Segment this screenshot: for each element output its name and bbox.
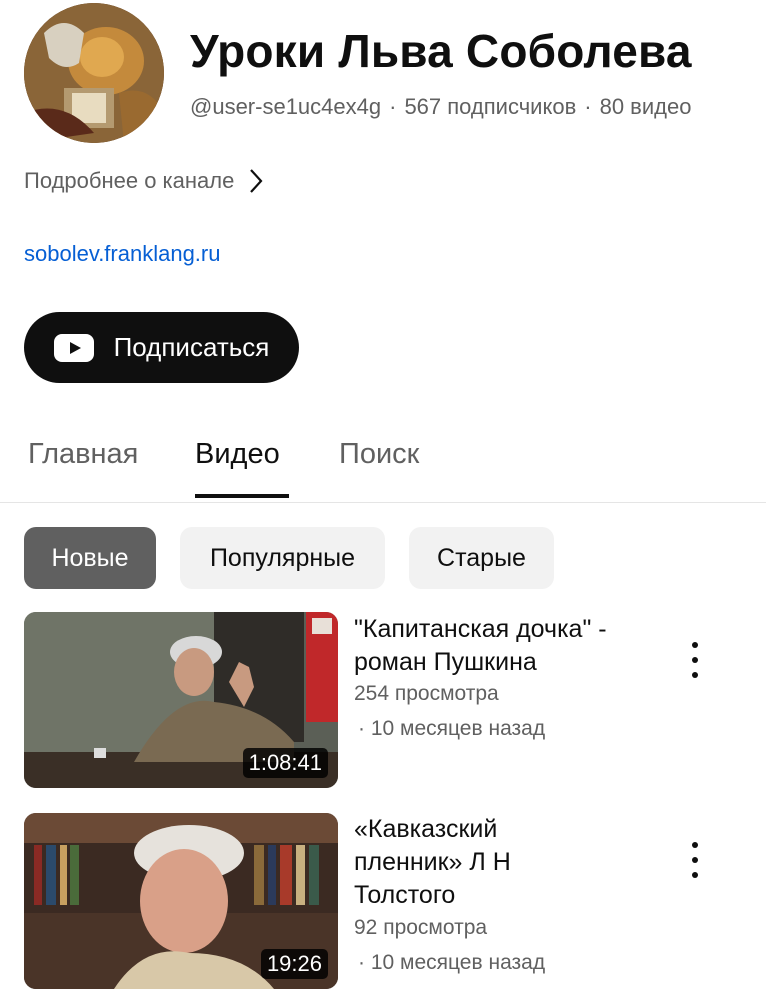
subscribe-label: Подписаться [113,332,270,362]
chevron-right-icon [250,169,263,193]
more-vertical-icon[interactable] [680,838,710,882]
channel-external-link[interactable]: sobolev.franklang.ru [24,241,221,267]
tab-search[interactable]: Поиск [339,438,419,471]
subscriber-count: 567 подписчиков [404,94,577,119]
video-title[interactable]: "Капитанская дочка" - роман Пушкина [354,613,654,679]
avatar-image [24,3,164,143]
video-views: 92 просмотра [354,916,488,939]
meta-separator: · [584,94,592,119]
channel-avatar[interactable] [24,3,164,143]
video-thumbnail[interactable]: 19:26 [24,813,338,989]
video-duration: 1:08:41 [242,748,328,778]
video-upload-time: · 10 месяцев назад [358,717,546,740]
chip-newest[interactable]: Новые [24,527,156,589]
chip-oldest[interactable]: Старые [409,527,554,589]
channel-title: Уроки Льва Соболева [190,25,692,77]
chip-popular[interactable]: Популярные [180,527,385,589]
video-duration: 19:26 [260,949,328,979]
more-vertical-icon[interactable] [680,638,710,682]
channel-tabs: Главная Видео Поиск [0,420,766,503]
channel-about-link[interactable]: Подробнее о канале [24,168,264,194]
tab-videos[interactable]: Видео [195,438,280,471]
channel-about-label: Подробнее о канале [24,168,235,193]
video-count: 80 видео [599,94,692,119]
channel-meta: @user-se1uc4ex4g · 567 подписчиков · 80 виде… [190,94,691,120]
subscribe-button[interactable]: Подписаться [24,312,299,383]
video-views: 254 просмотра [354,682,499,705]
video-upload-time: · 10 месяцев назад [358,951,546,974]
channel-handle: @user-se1uc4ex4g [190,94,382,119]
video-thumbnail[interactable]: 1:08:41 [24,612,338,788]
tab-home[interactable]: Главная [28,438,138,471]
active-tab-indicator [195,494,289,498]
meta-separator: · [389,94,397,119]
youtube-play-icon [53,333,94,362]
video-title[interactable]: «Кавказский пленник» Л Н Толстого [354,813,574,912]
